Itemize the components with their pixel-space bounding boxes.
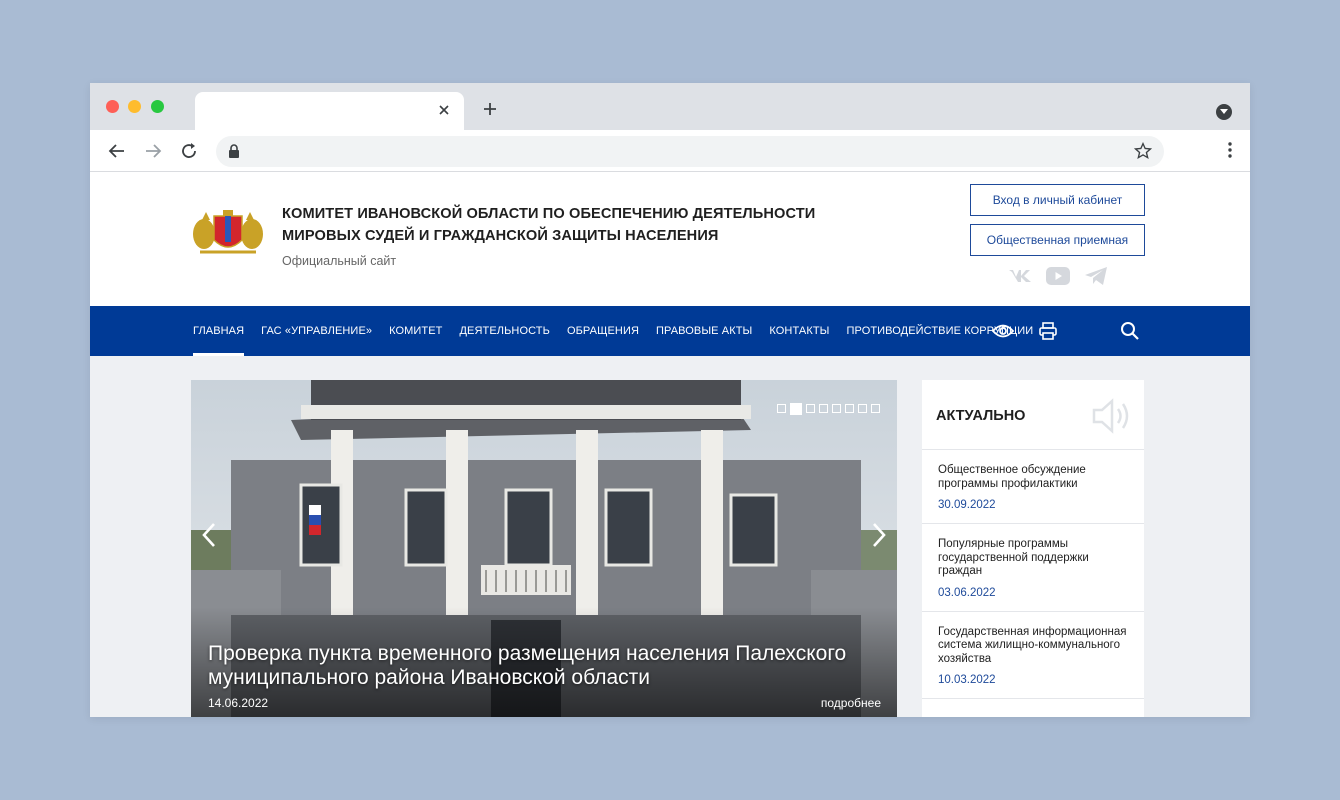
- news-item[interactable]: Общественное обсуждение программы профил…: [922, 450, 1144, 524]
- organization-title-line1: КОМИТЕТ ИВАНОВСКОЙ ОБЛАСТИ ПО ОБЕСПЕЧЕНИ…: [282, 206, 816, 222]
- slider-dot[interactable]: [845, 404, 854, 413]
- news-title[interactable]: Популярные программы государственной под…: [938, 538, 1130, 579]
- maximize-window-button[interactable]: [151, 100, 164, 113]
- organization-title: КОМИТЕТ ИВАНОВСКОЙ ОБЛАСТИ ПО ОБЕСПЕЧЕНИ…: [282, 203, 815, 247]
- slide-more-link[interactable]: подробнее: [821, 696, 881, 710]
- news-title[interactable]: Общественное обсуждение программы профил…: [938, 464, 1130, 491]
- site-header: КОМИТЕТ ИВАНОВСКОЙ ОБЛАСТИ ПО ОБЕСПЕЧЕНИ…: [90, 172, 1250, 306]
- forward-icon[interactable]: [142, 140, 164, 162]
- tab-search-icon[interactable]: [1216, 104, 1232, 120]
- actual-sidebar: АКТУАЛЬНО Общественное обсуждение програ…: [922, 380, 1144, 717]
- main-navigation: ГЛАВНАЯ ГАС «УПРАВЛЕНИЕ» КОМИТЕТ ДЕЯТЕЛЬ…: [90, 306, 1250, 356]
- tab-strip: [90, 83, 1250, 130]
- reload-icon[interactable]: [178, 140, 200, 162]
- slider-dot-active[interactable]: [790, 403, 802, 415]
- sidebar-header: АКТУАЛЬНО: [922, 380, 1144, 450]
- youtube-icon[interactable]: [1046, 266, 1070, 286]
- slider-dot[interactable]: [777, 404, 786, 413]
- nav-item-activity[interactable]: ДЕЯТЕЛЬНОСТЬ: [460, 306, 550, 356]
- telegram-icon[interactable]: [1084, 266, 1108, 286]
- news-slider[interactable]: Проверка пункта временного размещения на…: [191, 380, 897, 717]
- minimize-window-button[interactable]: [128, 100, 141, 113]
- browser-menu-icon[interactable]: [1228, 141, 1232, 164]
- nav-item-gas-upravlenie[interactable]: ГАС «УПРАВЛЕНИЕ»: [261, 306, 372, 356]
- news-date: 03.06.2022: [938, 586, 996, 599]
- back-icon[interactable]: [106, 140, 128, 162]
- address-bar[interactable]: [216, 136, 1164, 167]
- slider-dot[interactable]: [871, 404, 880, 413]
- slider-dot[interactable]: [819, 404, 828, 413]
- slide-date: 14.06.2022: [208, 696, 269, 710]
- login-cabinet-button[interactable]: Вход в личный кабинет: [970, 184, 1145, 216]
- news-title[interactable]: Государственная информационная система ж…: [938, 626, 1130, 667]
- nav-item-legal-acts[interactable]: ПРАВОВЫЕ АКТЫ: [656, 306, 752, 356]
- coat-of-arms-icon[interactable]: [190, 204, 266, 258]
- nav-item-appeals[interactable]: ОБРАЩЕНИЯ: [567, 306, 639, 356]
- nav-item-home[interactable]: ГЛАВНАЯ: [193, 306, 245, 356]
- browser-tab[interactable]: [195, 92, 464, 130]
- slider-dot[interactable]: [858, 404, 867, 413]
- news-item[interactable]: Государственная информационная система ж…: [922, 612, 1144, 699]
- close-tab-icon[interactable]: [436, 102, 452, 118]
- nav-item-committee[interactable]: КОМИТЕТ: [389, 306, 442, 356]
- search-icon[interactable]: [1118, 319, 1142, 343]
- public-reception-button[interactable]: Общественная приемная: [970, 224, 1145, 256]
- slider-prev-icon[interactable]: [199, 520, 219, 550]
- news-date: 30.09.2022: [938, 499, 996, 511]
- sidebar-title: АКТУАЛЬНО: [936, 408, 1026, 424]
- bookmark-star-icon[interactable]: [1133, 141, 1153, 165]
- vk-icon[interactable]: [1008, 266, 1032, 286]
- slider-pagination: [777, 403, 880, 415]
- site-subtitle: Официальный сайт: [282, 254, 397, 268]
- new-tab-icon[interactable]: [480, 99, 500, 119]
- browser-toolbar: [90, 130, 1250, 172]
- close-window-button[interactable]: [106, 100, 119, 113]
- news-item[interactable]: Популярные программы государственной под…: [922, 524, 1144, 612]
- slider-dot[interactable]: [806, 404, 815, 413]
- social-links: [1008, 266, 1108, 286]
- slider-dot[interactable]: [832, 404, 841, 413]
- browser-window: КОМИТЕТ ИВАНОВСКОЙ ОБЛАСТИ ПО ОБЕСПЕЧЕНИ…: [90, 83, 1250, 717]
- page-content: Проверка пункта временного размещения на…: [90, 356, 1250, 717]
- slide-caption[interactable]: Проверка пункта временного размещения на…: [208, 642, 897, 690]
- nav-item-contacts[interactable]: КОНТАКТЫ: [769, 306, 829, 356]
- nav-menu: ГЛАВНАЯ ГАС «УПРАВЛЕНИЕ» КОМИТЕТ ДЕЯТЕЛЬ…: [193, 306, 1033, 356]
- slider-next-icon[interactable]: [869, 520, 889, 550]
- speaker-icon: [1090, 396, 1132, 441]
- lock-icon: [228, 144, 240, 163]
- organization-title-line2: МИРОВЫХ СУДЕЙ И ГРАЖДАНСКОЙ ЗАЩИТЫ НАСЕЛ…: [282, 228, 719, 244]
- eye-icon[interactable]: [991, 319, 1015, 343]
- news-date: 10.03.2022: [938, 674, 996, 686]
- printer-icon[interactable]: [1036, 319, 1060, 343]
